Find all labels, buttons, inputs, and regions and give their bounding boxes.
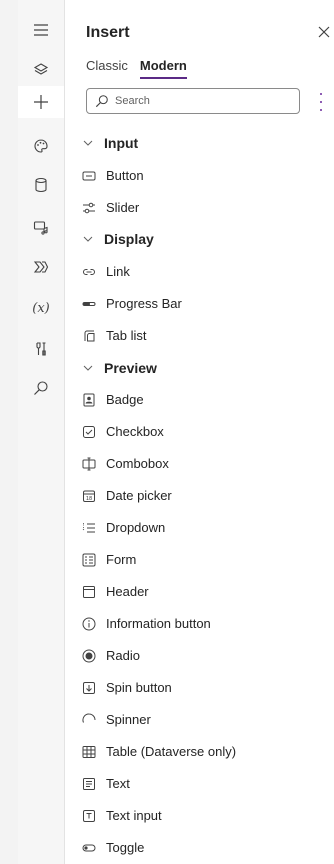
category-label: Input — [104, 135, 139, 151]
search-icon — [95, 94, 109, 108]
close-icon[interactable] — [314, 22, 334, 42]
slider-icon — [82, 201, 96, 215]
list-item-label: Text — [106, 776, 130, 791]
list-item-text-input[interactable]: Text input — [82, 808, 334, 823]
left-strip — [0, 0, 19, 864]
list-item-dropdown[interactable]: Dropdown — [82, 520, 334, 535]
spin-button-icon — [82, 681, 96, 695]
search-input[interactable]: Search — [86, 88, 300, 114]
search-placeholder: Search — [115, 95, 150, 107]
insert-panel: Insert Classic Modern Search Input Butto… — [64, 0, 334, 864]
header-icon — [82, 585, 96, 599]
list-item-link[interactable]: Link — [82, 264, 334, 279]
list-item-label: Tab list — [106, 328, 147, 343]
list-item-progress-bar[interactable]: Progress Bar — [82, 296, 334, 311]
list-item-slider[interactable]: Slider — [82, 200, 334, 215]
list-item-label: Progress Bar — [106, 296, 182, 311]
spinner-icon — [82, 712, 96, 727]
variables-icon[interactable]: (x) — [18, 292, 64, 324]
table-icon — [82, 745, 96, 759]
more-options-icon[interactable] — [316, 93, 326, 111]
list-item-button[interactable]: Button — [82, 168, 334, 183]
chevron-down-icon — [82, 236, 94, 242]
layers-icon[interactable] — [18, 54, 64, 86]
badge-icon — [82, 393, 96, 407]
database-icon[interactable] — [18, 169, 64, 201]
list-item-date-picker[interactable]: 18 Date picker — [82, 488, 334, 503]
combobox-icon — [82, 457, 96, 471]
media-icon[interactable] — [18, 211, 64, 243]
tab-list-icon — [82, 329, 96, 343]
list-item-label: Spinner — [106, 712, 151, 727]
toggle-icon — [82, 841, 96, 855]
add-icon[interactable] — [18, 86, 64, 118]
flow-icon[interactable] — [18, 251, 64, 283]
hamburger-menu-icon[interactable] — [18, 14, 64, 46]
radio-icon — [82, 649, 96, 663]
list-item-radio[interactable]: Radio — [82, 648, 334, 663]
list-item-label: Text input — [106, 808, 162, 823]
list-item-label: Date picker — [106, 488, 172, 503]
list-item-combobox[interactable]: Combobox — [82, 456, 334, 471]
list-item-label: Toggle — [106, 840, 145, 855]
form-icon — [82, 553, 96, 567]
list-item-text[interactable]: Text — [82, 776, 334, 791]
list-item-checkbox[interactable]: Checkbox — [82, 424, 334, 439]
list-item-table[interactable]: Table (Dataverse only) — [82, 744, 334, 759]
text-icon — [82, 777, 96, 791]
list-item-label: Checkbox — [106, 424, 164, 439]
chevron-down-icon — [82, 365, 94, 371]
information-icon — [82, 617, 96, 631]
list-item-label: Badge — [106, 392, 144, 407]
tab-classic[interactable]: Classic — [86, 58, 128, 79]
palette-icon[interactable] — [18, 130, 64, 162]
list-item-badge[interactable]: Badge — [82, 392, 334, 407]
list-item-label: Button — [106, 168, 144, 183]
list-item-label: Link — [106, 264, 130, 279]
tab-modern[interactable]: Modern — [139, 58, 187, 79]
list-item-header[interactable]: Header — [82, 584, 334, 599]
list-item-label: Radio — [106, 648, 140, 663]
tab-strip: Classic Modern — [86, 58, 187, 79]
panel-title: Insert — [86, 24, 130, 41]
tools-icon[interactable] — [18, 333, 64, 365]
list-item-information-button[interactable]: Information button — [82, 616, 334, 631]
list-item-label: Information button — [106, 616, 211, 631]
tool-rail: (x) — [18, 0, 65, 864]
list-item-form[interactable]: Form — [82, 552, 334, 567]
dropdown-icon — [82, 521, 96, 535]
list-item-label: Header — [106, 584, 149, 599]
category-preview[interactable]: Preview — [82, 360, 334, 376]
category-label: Preview — [104, 360, 157, 376]
search-icon[interactable] — [18, 372, 64, 404]
list-item-label: Dropdown — [106, 520, 166, 535]
list-item-label: Slider — [106, 200, 140, 215]
category-display[interactable]: Display — [82, 231, 334, 247]
chevron-down-icon — [82, 140, 94, 146]
link-icon — [82, 265, 96, 279]
list-item-tab-list[interactable]: Tab list — [82, 328, 334, 343]
svg-text:18: 18 — [86, 495, 92, 501]
list-item-toggle[interactable]: Toggle — [82, 840, 334, 855]
category-label: Display — [104, 231, 154, 247]
variables-label: (x) — [32, 300, 50, 316]
list-item-label: Form — [106, 552, 137, 567]
list-item-label: Table (Dataverse only) — [106, 744, 237, 759]
button-icon — [82, 169, 96, 183]
checkbox-icon — [82, 425, 96, 439]
progress-bar-icon — [82, 297, 96, 311]
list-item-label: Spin button — [106, 680, 172, 695]
text-input-icon — [82, 809, 96, 823]
list-item-label: Combobox — [106, 456, 169, 471]
date-picker-icon: 18 — [82, 489, 96, 503]
list-item-spin-button[interactable]: Spin button — [82, 680, 334, 695]
category-input[interactable]: Input — [82, 135, 334, 151]
list-item-spinner[interactable]: Spinner — [82, 712, 334, 727]
